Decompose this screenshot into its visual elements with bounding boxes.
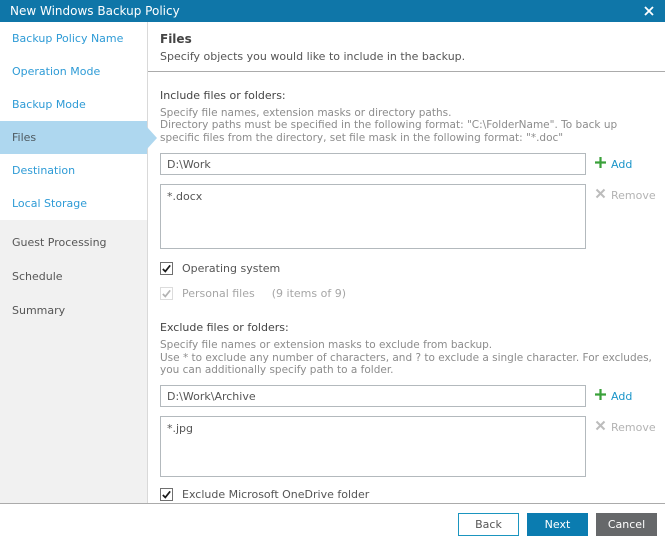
- exclude-path-input[interactable]: [160, 385, 586, 408]
- header-divider: [148, 71, 665, 72]
- include-remove-button[interactable]: Remove: [595, 188, 659, 202]
- include-add-label: Add: [611, 157, 633, 171]
- exclude-onedrive-checkbox[interactable]: [160, 488, 173, 502]
- personal-files-label: Personal files: [182, 287, 255, 301]
- exclude-hint: Specify file names or extension masks to…: [160, 339, 659, 376]
- wizard-steps-sidebar: Backup Policy Name Operation Mode Backup…: [0, 22, 148, 503]
- sidebar-item-local-storage[interactable]: Local Storage: [0, 187, 147, 220]
- include-hint-line1: Specify file names, extension masks or d…: [160, 107, 452, 119]
- exclude-list[interactable]: *.jpg: [160, 416, 586, 478]
- cancel-button[interactable]: Cancel: [596, 512, 657, 536]
- personal-files-checkbox-row: Personal files (9 items of 9): [160, 287, 659, 301]
- exclude-remove-button[interactable]: Remove: [595, 420, 659, 434]
- exclude-hint-line1: Specify file names or extension masks to…: [160, 339, 493, 352]
- page-title: Files: [160, 32, 192, 46]
- exclude-section-label: Exclude files or folders:: [160, 321, 289, 335]
- sidebar-item-schedule: Schedule: [12, 269, 63, 283]
- operating-system-checkbox[interactable]: [160, 262, 173, 276]
- include-hint: Specify file names, extension masks or d…: [160, 107, 659, 144]
- include-input-row: Add: [160, 153, 659, 176]
- personal-files-count: (9 items of 9): [271, 287, 347, 301]
- exclude-onedrive-label: Exclude Microsoft OneDrive folder: [182, 488, 370, 502]
- include-list[interactable]: *.docx: [160, 184, 586, 250]
- exclude-section: Exclude files or folders: Specify file n…: [160, 321, 659, 502]
- sidebar-item-backup-mode[interactable]: Backup Mode: [0, 88, 147, 121]
- exclude-onedrive-checkbox-row: Exclude Microsoft OneDrive folder: [160, 488, 659, 502]
- include-list-item[interactable]: *.docx: [167, 188, 579, 205]
- exclude-list-item[interactable]: *.jpg: [167, 420, 579, 437]
- wizard-body: Backup Policy Name Operation Mode Backup…: [0, 22, 665, 503]
- include-add-button[interactable]: Add: [595, 157, 659, 171]
- sidebar-item-operation-mode[interactable]: Operation Mode: [0, 55, 147, 88]
- include-path-input[interactable]: [160, 153, 586, 176]
- exclude-input-row: Add: [160, 385, 659, 408]
- sidebar-item-destination[interactable]: Destination: [0, 154, 147, 187]
- files-step-content: Files Specify objects you would like to …: [148, 22, 665, 503]
- sidebar-item-summary: Summary: [12, 303, 66, 317]
- plus-icon: [595, 389, 606, 403]
- window-title: New Windows Backup Policy: [10, 4, 180, 18]
- sidebar-future-steps: Guest Processing Schedule Summary: [0, 220, 147, 503]
- back-button[interactable]: Back: [458, 512, 519, 536]
- page-subtitle: Specify objects you would like to includ…: [160, 50, 466, 63]
- include-section-label: Include files or folders:: [160, 89, 286, 102]
- exclude-hint-line2: Use * to exclude any number of character…: [160, 351, 652, 376]
- include-list-row: *.docx Remove: [160, 184, 659, 250]
- x-remove-icon: [595, 420, 606, 434]
- sidebar-item-guest-processing: Guest Processing: [12, 235, 107, 249]
- new-windows-backup-policy-dialog: New Windows Backup Policy Backup Policy …: [0, 0, 665, 544]
- include-section: Include files or folders: Specify file n…: [160, 89, 659, 301]
- operating-system-label: Operating system: [182, 262, 281, 276]
- personal-files-checkbox: [160, 287, 173, 301]
- plus-icon: [595, 157, 606, 171]
- include-hint-line2: Directory paths must be specified in the…: [160, 119, 618, 144]
- exclude-add-label: Add: [611, 389, 633, 403]
- operating-system-checkbox-row: Operating system: [160, 262, 659, 276]
- titlebar: New Windows Backup Policy: [0, 0, 665, 22]
- next-button[interactable]: Next: [527, 512, 588, 536]
- sidebar-item-files[interactable]: Files: [0, 121, 147, 154]
- wizard-footer: Back Next Cancel: [0, 503, 665, 544]
- exclude-list-row: *.jpg Remove: [160, 416, 659, 478]
- exclude-remove-label: Remove: [611, 420, 656, 434]
- sidebar-item-backup-policy-name[interactable]: Backup Policy Name: [0, 22, 147, 55]
- x-remove-icon: [595, 188, 606, 202]
- exclude-add-button[interactable]: Add: [595, 389, 659, 403]
- include-remove-label: Remove: [611, 188, 656, 202]
- close-icon[interactable]: [642, 4, 656, 18]
